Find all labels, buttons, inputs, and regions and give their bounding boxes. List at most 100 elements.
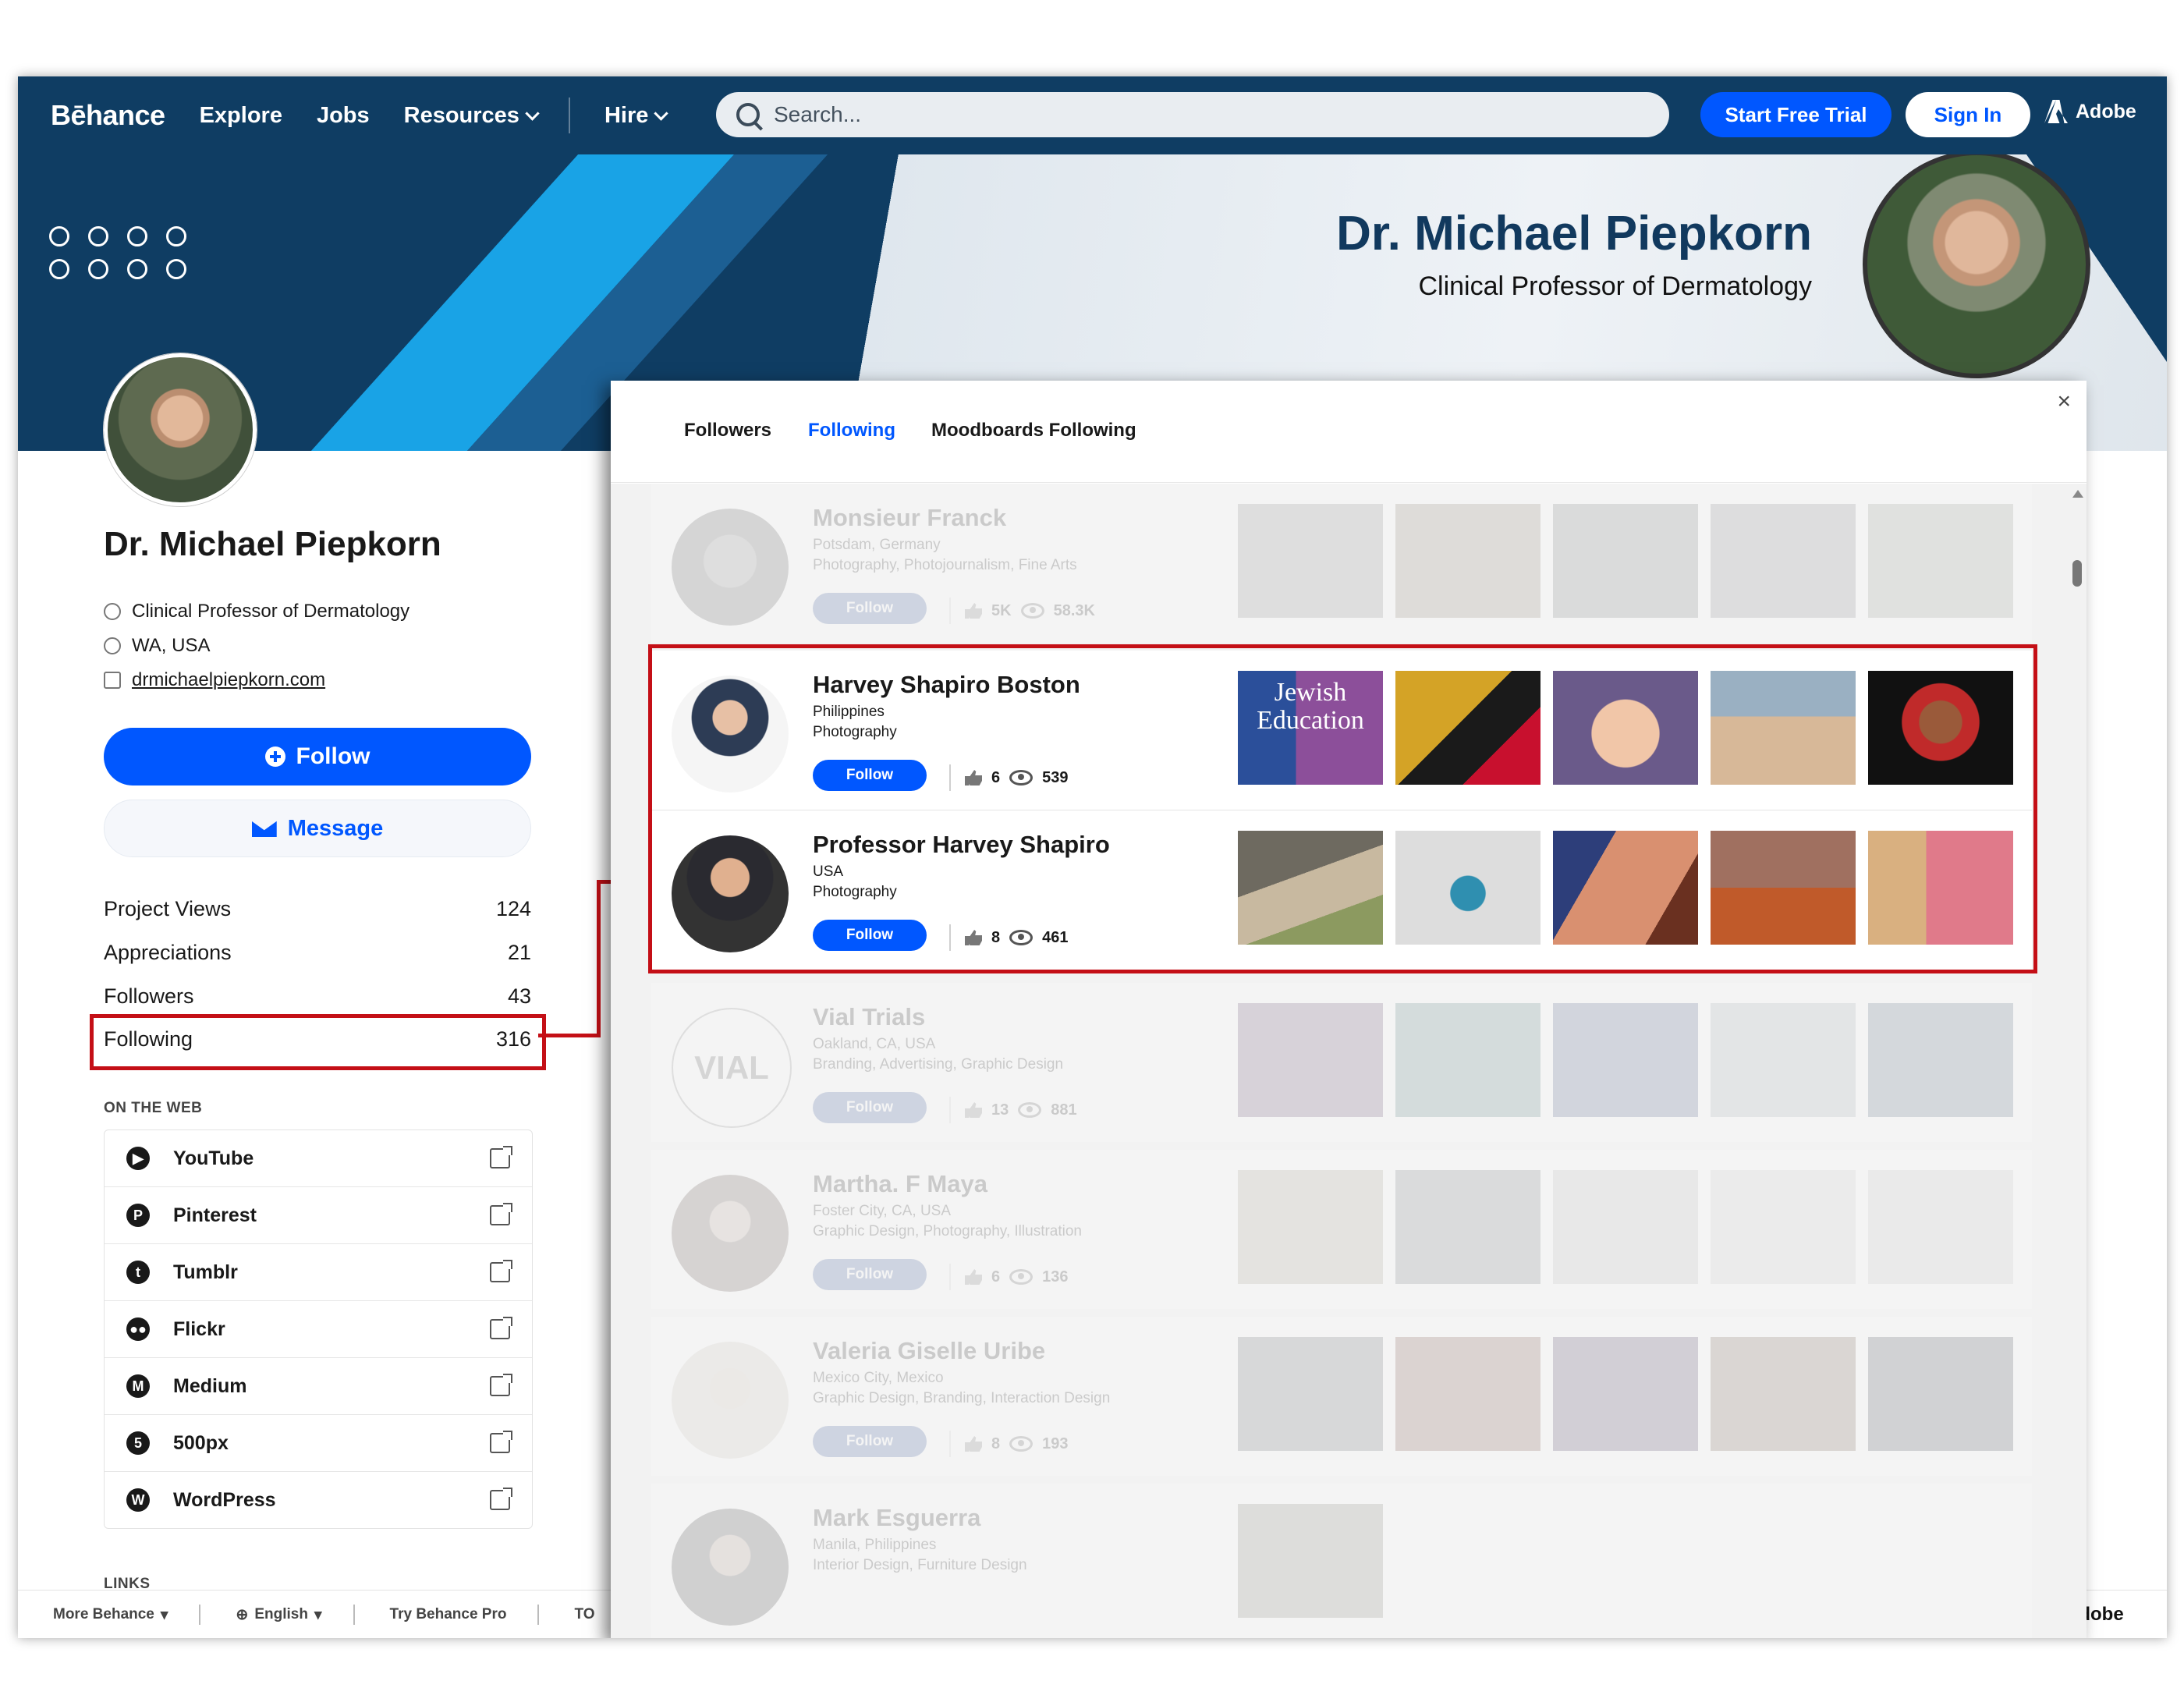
project-thumbnail[interactable] [1711, 1003, 1856, 1117]
chevron-down-icon [525, 105, 540, 121]
user-avatar[interactable] [672, 1509, 789, 1626]
thumbs-up-icon [965, 1269, 982, 1285]
tab-moodboards-following[interactable]: Moodboards Following [931, 420, 1136, 442]
external-link-icon [490, 1431, 512, 1453]
avatar[interactable] [104, 353, 257, 506]
close-icon[interactable]: × [2057, 388, 2071, 415]
message-label: Message [287, 815, 384, 841]
web-link-label: 500px [173, 1431, 229, 1454]
banner-title: Clinical Professor of Dermatology [1418, 271, 1812, 301]
user-name[interactable]: Mark Esguerra [813, 1504, 980, 1532]
footer-language[interactable]: ⊕ English ▾ [236, 1606, 321, 1624]
user-avatar[interactable] [672, 1342, 789, 1459]
project-thumbnail[interactable] [1553, 1337, 1698, 1451]
project-thumbnail[interactable] [1553, 1003, 1698, 1117]
web-links-list: ▶ YouTube P Pinterest t Tumblr ●● Flickr… [104, 1129, 533, 1529]
project-thumbnail[interactable] [1868, 1170, 2013, 1284]
globe-icon [104, 637, 121, 654]
project-thumbnail[interactable] [1238, 1170, 1383, 1284]
user-name[interactable]: Valeria Giselle Uribe [813, 1337, 1045, 1365]
project-thumbnail[interactable] [1553, 1170, 1698, 1284]
project-thumbnail[interactable] [1238, 1003, 1383, 1117]
modal-tab-bar: Followers Following Moodboards Following… [611, 381, 2086, 483]
list-item: Monsieur Franck Potsdam, Germany Photogr… [651, 484, 2032, 643]
external-link-icon [490, 1317, 512, 1339]
follow-button[interactable]: Follow [104, 728, 531, 785]
sign-in-button[interactable]: Sign In [1906, 92, 2030, 137]
message-button[interactable]: Message [104, 800, 531, 857]
web-link-500px[interactable]: 5 500px [105, 1415, 532, 1472]
follow-button[interactable]: Follow [813, 1092, 927, 1123]
user-name[interactable]: Vial Trials [813, 1003, 925, 1031]
nav-hire-label: Hire [604, 102, 649, 128]
eye-icon [1018, 1102, 1042, 1118]
chevron-down-icon [654, 105, 669, 121]
project-thumbnail[interactable] [1553, 504, 1698, 618]
following-modal: Followers Following Moodboards Following… [611, 381, 2086, 1638]
follow-button[interactable]: Follow [813, 593, 927, 624]
banner-portrait-photo [1863, 154, 2090, 378]
web-link-flickr[interactable]: ●● Flickr [105, 1301, 532, 1358]
modal-list: Monsieur Franck Potsdam, Germany Photogr… [611, 484, 2086, 1638]
start-free-trial-button[interactable]: Start Free Trial [1700, 92, 1892, 137]
list-item: Mark Esguerra Manila, Philippines Interi… [651, 1484, 2032, 1638]
user-name[interactable]: Monsieur Franck [813, 504, 1006, 532]
stat-appreciations: Appreciations 21 [104, 941, 531, 965]
project-thumbnails [1238, 1504, 1383, 1618]
user-fields: Graphic Design, Photography, Illustratio… [813, 1223, 1082, 1239]
search-bar[interactable] [716, 92, 1669, 137]
eye-icon [1009, 1436, 1034, 1452]
search-input[interactable] [772, 101, 1633, 128]
footer-try-pro[interactable]: Try Behance Pro [390, 1606, 507, 1623]
project-thumbnail[interactable] [1395, 1337, 1540, 1451]
stat-project-views: Project Views 124 [104, 897, 531, 921]
project-thumbnail[interactable] [1395, 1003, 1540, 1117]
scroll-up-arrow-icon[interactable] [2072, 490, 2083, 498]
thumbs-up-icon [965, 1436, 982, 1452]
web-link-youtube[interactable]: ▶ YouTube [105, 1130, 532, 1187]
web-link-wordpress[interactable]: W WordPress [105, 1472, 532, 1528]
web-link-label: Flickr [173, 1317, 225, 1340]
user-avatar[interactable]: VIAL [672, 1008, 792, 1128]
nav-resources[interactable]: Resources [403, 102, 540, 129]
follow-button[interactable]: Follow [813, 1426, 927, 1457]
project-thumbnail[interactable] [1868, 1003, 2013, 1117]
user-avatar[interactable] [672, 1175, 789, 1292]
web-link-medium[interactable]: M Medium [105, 1358, 532, 1415]
screenshot-frame: Bēhance Explore Jobs Resources Hire Star… [18, 76, 2167, 1638]
project-thumbnail[interactable] [1395, 1170, 1540, 1284]
nav-explore[interactable]: Explore [200, 103, 282, 129]
appreciations-count: 8 [991, 1434, 1001, 1452]
modal-scrollbar[interactable] [2072, 490, 2083, 1629]
project-thumbnail[interactable] [1238, 1504, 1383, 1618]
website-link[interactable]: drmichaelpiepkorn.com [132, 669, 325, 691]
scrollbar-thumb[interactable] [2072, 560, 2082, 587]
project-thumbnail[interactable] [1711, 1170, 1856, 1284]
adobe-link[interactable]: Adobe [2044, 100, 2136, 123]
project-thumbnail[interactable] [1395, 504, 1540, 618]
tab-followers[interactable]: Followers [684, 420, 771, 442]
project-thumbnail[interactable] [1868, 504, 2013, 618]
user-avatar[interactable] [672, 509, 789, 626]
views-count: 193 [1042, 1434, 1069, 1452]
follow-button[interactable]: Follow [813, 1259, 927, 1290]
list-item: Valeria Giselle Uribe Mexico City, Mexic… [651, 1317, 2032, 1476]
web-link-tumblr[interactable]: t Tumblr [105, 1244, 532, 1301]
web-link-pinterest[interactable]: P Pinterest [105, 1187, 532, 1244]
nav-jobs[interactable]: Jobs [317, 103, 370, 129]
footer-tos[interactable]: TO [574, 1606, 594, 1623]
profile-name: Dr. Michael Piepkorn [104, 525, 441, 563]
footer-more-behance[interactable]: More Behance ▾ [53, 1606, 168, 1624]
project-thumbnail[interactable] [1711, 504, 1856, 618]
nav-hire[interactable]: Hire [604, 102, 669, 129]
tab-following[interactable]: Following [808, 420, 895, 442]
project-thumbnail[interactable] [1711, 1337, 1856, 1451]
project-thumbnail[interactable] [1868, 1337, 2013, 1451]
project-thumbnail[interactable] [1238, 1337, 1383, 1451]
stat-followers[interactable]: Followers 43 [104, 984, 531, 1009]
nav-resources-label: Resources [403, 102, 519, 128]
project-thumbnail[interactable] [1238, 504, 1383, 618]
behance-logo[interactable]: Bēhance [51, 99, 165, 132]
user-name[interactable]: Martha. F Maya [813, 1170, 987, 1198]
external-link-icon [490, 1488, 512, 1510]
